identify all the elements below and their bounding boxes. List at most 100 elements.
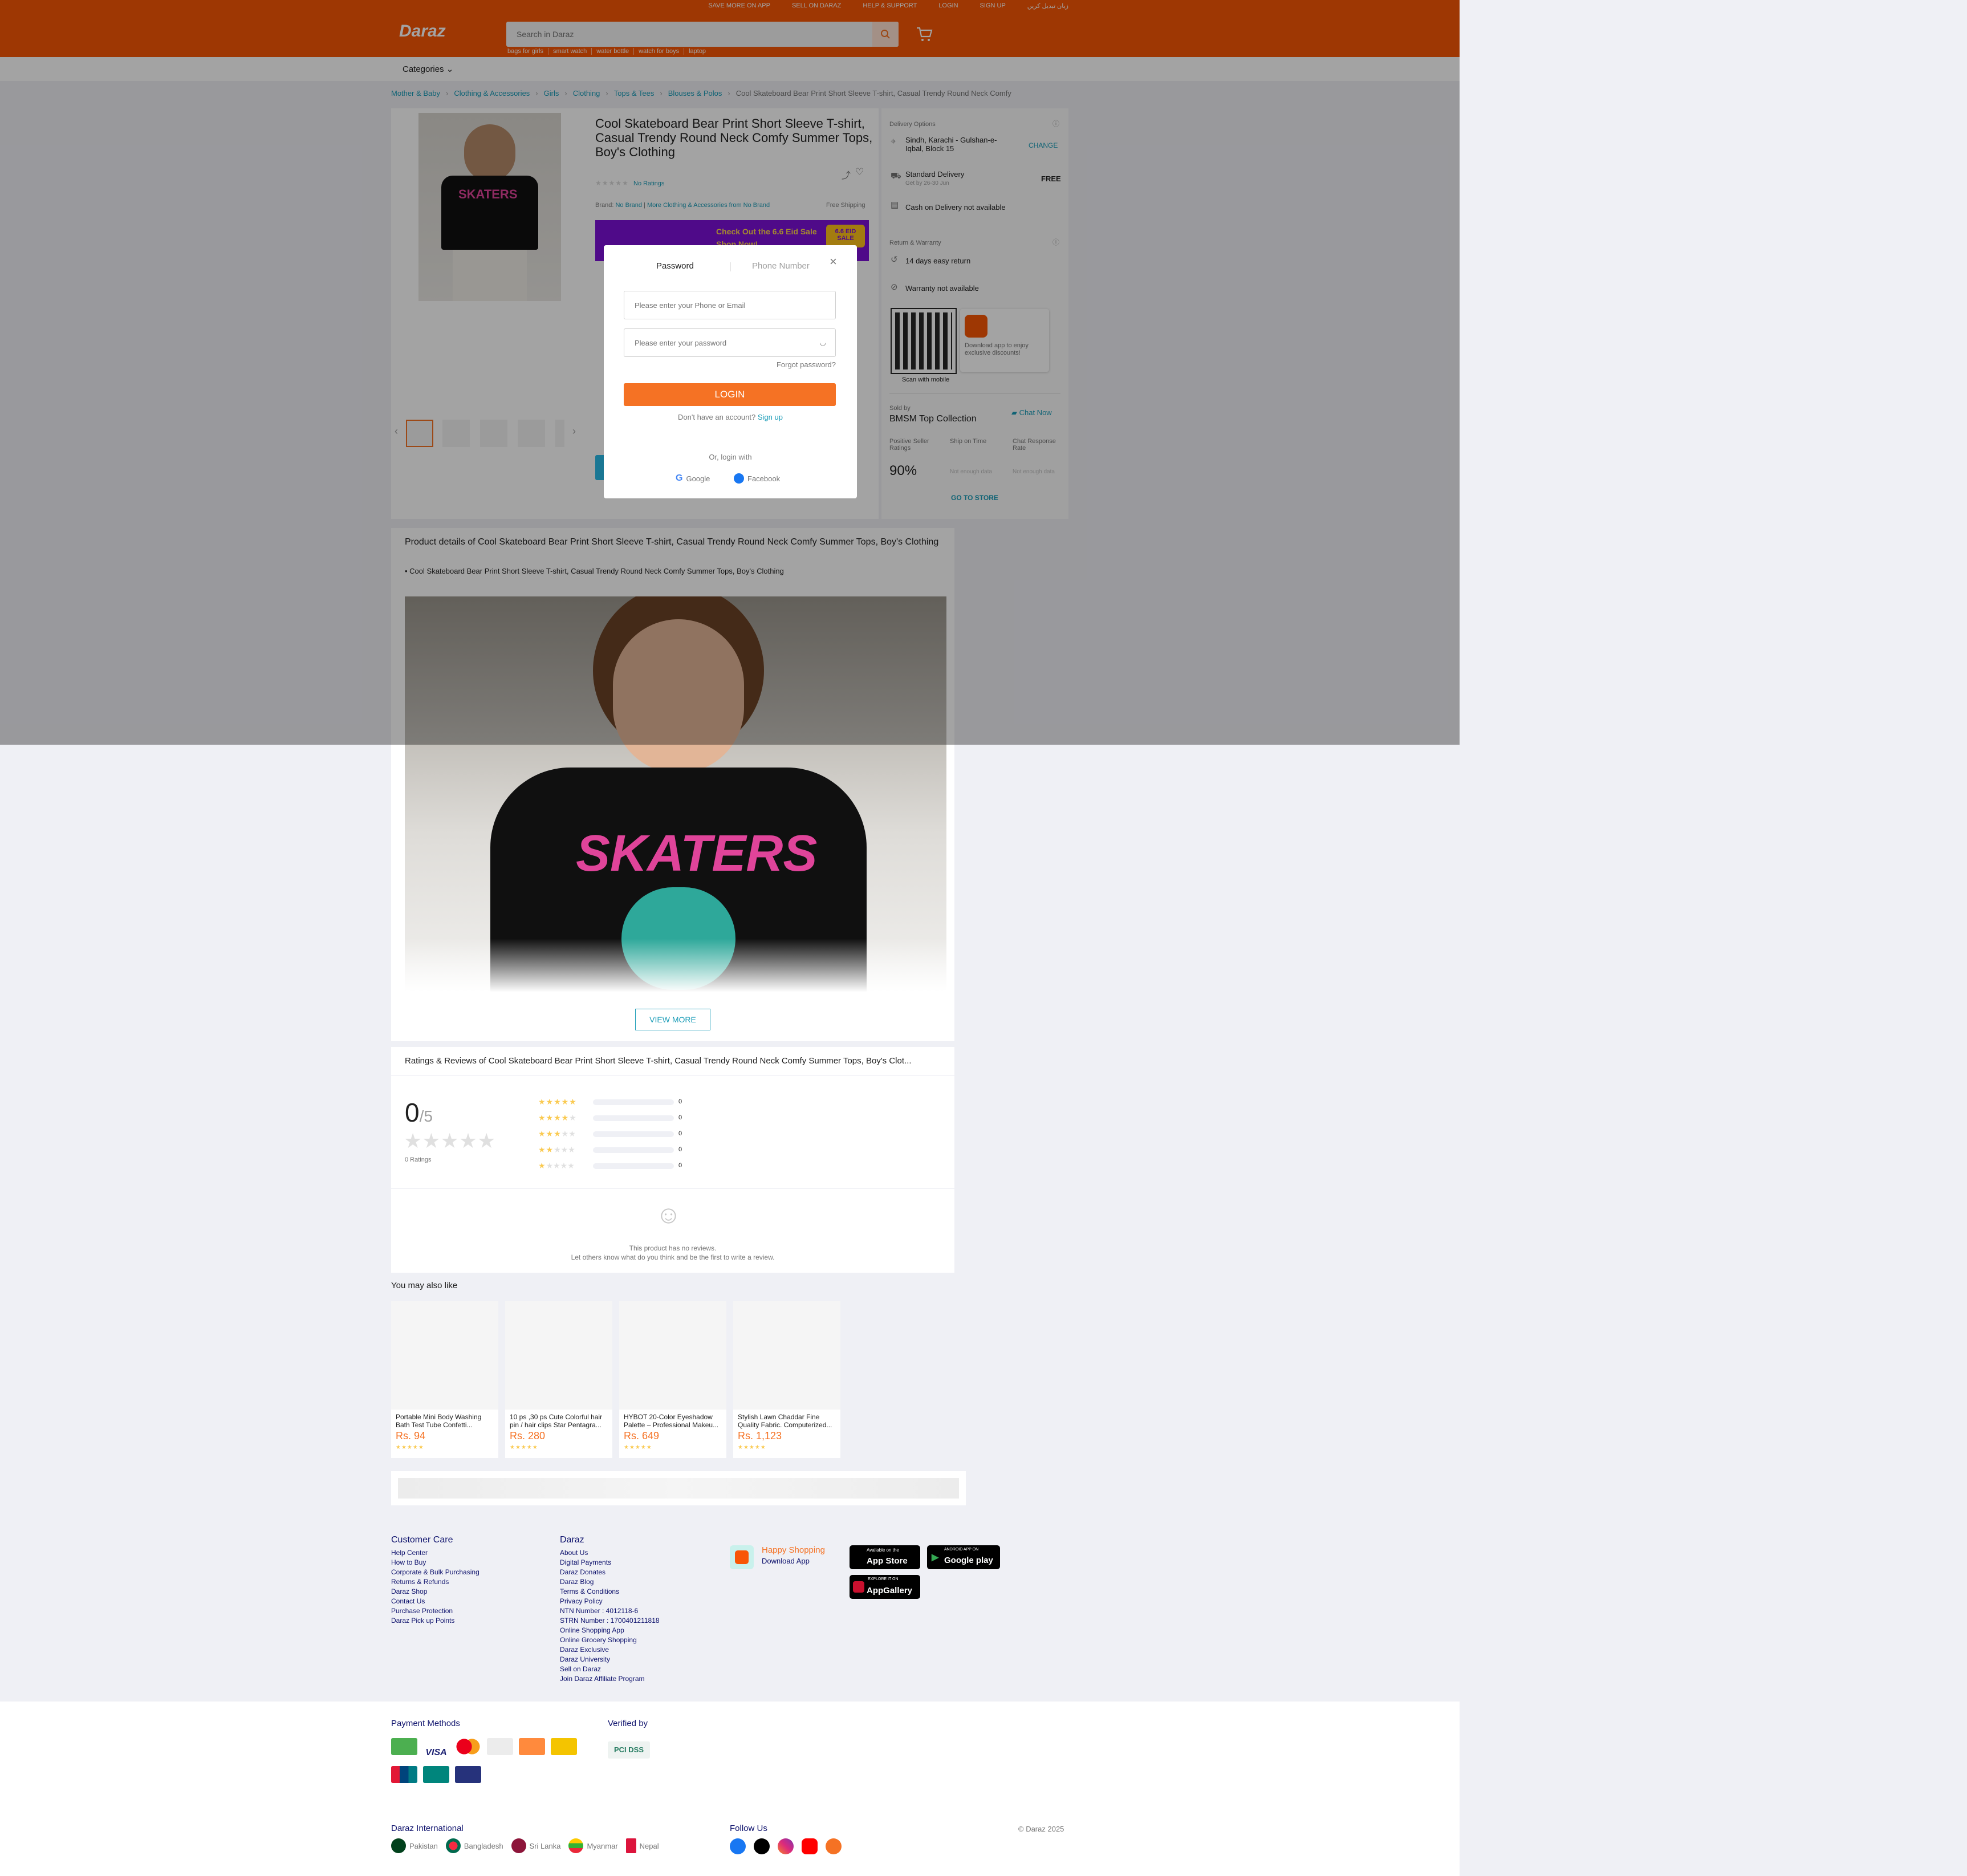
footer-link[interactable]: Sell on Daraz	[560, 1664, 660, 1674]
rating-bar	[593, 1131, 674, 1137]
footer-link[interactable]: Contact Us	[391, 1597, 479, 1606]
footer-link[interactable]: Daraz University	[560, 1655, 660, 1664]
product-card-image	[733, 1301, 840, 1410]
also-like-title: You may also like	[391, 1281, 458, 1290]
view-more-button[interactable]: VIEW MORE	[635, 1009, 710, 1030]
pci-dss-icon: PCI DSS	[608, 1741, 650, 1759]
no-reviews-text: This product has no reviews.	[629, 1244, 717, 1252]
happy-shopping: Happy Shopping	[762, 1545, 825, 1555]
product-card-price: Rs. 94	[396, 1430, 426, 1441]
average-score: 0/5	[405, 1098, 433, 1127]
product-card[interactable]: 10 ps ,30 ps Cute Colorful hair pin / ha…	[505, 1301, 612, 1458]
app-store-badge[interactable]: Available on the App Store	[850, 1545, 920, 1569]
footer-link[interactable]: Online Grocery Shopping	[560, 1635, 660, 1645]
footer-link[interactable]: Help Center	[391, 1548, 479, 1558]
rating-bar	[593, 1163, 674, 1169]
youtube-icon[interactable]	[802, 1838, 818, 1854]
google-login-button[interactable]: G Google	[676, 473, 710, 484]
daraz-column: Daraz About Us Digital Payments Daraz Do…	[560, 1535, 660, 1684]
country-myanmar[interactable]: Myanmar	[568, 1838, 618, 1853]
footer-link[interactable]: Purchase Protection	[391, 1606, 479, 1616]
no-reviews-subtext: Let others know what do you think and be…	[571, 1253, 775, 1261]
footer: Customer Care Help Center How to Buy Cor…	[0, 1520, 1460, 1702]
nepal-flag-icon	[625, 1838, 636, 1853]
close-icon[interactable]: ×	[830, 254, 837, 269]
facebook-icon[interactable]	[730, 1838, 746, 1854]
footer-link[interactable]: Returns & Refunds	[391, 1577, 479, 1587]
tshirt-print: SKATERS	[576, 825, 818, 882]
footer-link[interactable]: Join Daraz Affiliate Program	[560, 1674, 660, 1684]
easypaisa-icon	[487, 1738, 513, 1755]
rating-count: 0	[678, 1162, 682, 1169]
product-card-image	[619, 1301, 726, 1410]
international-title: Daraz International	[391, 1824, 464, 1833]
payment-methods-title: Payment Methods	[391, 1719, 460, 1728]
product-card-price: Rs. 1,123	[738, 1430, 782, 1441]
footer-link[interactable]: STRN Number : 1700401211818	[560, 1616, 660, 1626]
app-icon-inner	[735, 1550, 749, 1564]
app-gallery-badge[interactable]: EXPLORE IT ON AppGallery	[850, 1575, 920, 1599]
myanmar-flag-icon	[568, 1838, 584, 1853]
tab-phone-number[interactable]: Phone Number	[752, 261, 810, 271]
rating-row-3: ★★★★★	[538, 1129, 576, 1138]
google-play-badge[interactable]: ▶ ANDROID APP ON Google play	[927, 1545, 1000, 1569]
footer-link[interactable]: Daraz Pick up Points	[391, 1616, 479, 1626]
rating-row-5: ★★★★★	[538, 1097, 577, 1106]
footer-link[interactable]: Online Shopping App	[560, 1626, 660, 1635]
product-card-price: Rs. 649	[624, 1430, 660, 1441]
facebook-login-button[interactable]: Facebook	[734, 473, 780, 484]
bangladesh-flag-icon	[445, 1838, 461, 1853]
country-nepal[interactable]: Nepal	[625, 1838, 659, 1853]
globe-icon[interactable]	[826, 1838, 842, 1854]
jazzcash-icon	[551, 1738, 577, 1755]
tab-password[interactable]: Password	[656, 261, 694, 271]
payment-icons: VISA	[391, 1738, 585, 1786]
product-card[interactable]: Stylish Lawn Chaddar Fine Quality Fabric…	[733, 1301, 840, 1458]
footer-link[interactable]: How to Buy	[391, 1558, 479, 1568]
bank-transfer-icon	[519, 1738, 545, 1755]
visa-icon: VISA	[423, 1744, 449, 1761]
divider	[391, 1188, 954, 1189]
average-stars: ★★★★★	[404, 1129, 496, 1152]
product-card-stars: ★★★★★	[624, 1444, 652, 1451]
forgot-password-link[interactable]: Forgot password?	[777, 360, 836, 369]
reviews-title: Ratings & Reviews of Cool Skateboard Bea…	[405, 1056, 912, 1066]
play-icon: ▶	[932, 1553, 939, 1562]
footer-link[interactable]: Corporate & Bulk Purchasing	[391, 1568, 479, 1577]
x-icon[interactable]	[754, 1838, 770, 1854]
eye-closed-icon[interactable]: ◡	[820, 338, 826, 347]
customer-care-title: Customer Care	[391, 1535, 453, 1545]
signup-link[interactable]: Sign up	[758, 413, 783, 421]
product-card[interactable]: Portable Mini Body Washing Bath Test Tub…	[391, 1301, 498, 1458]
product-card-title: Stylish Lawn Chaddar Fine Quality Fabric…	[738, 1413, 832, 1429]
country-bangladesh[interactable]: Bangladesh	[445, 1838, 503, 1853]
product-card[interactable]: HYBOT 20-Color Eyeshadow Palette – Profe…	[619, 1301, 726, 1458]
footer-link[interactable]: Daraz Donates	[560, 1568, 660, 1577]
unionpay-icon	[391, 1766, 417, 1783]
instagram-icon[interactable]	[778, 1838, 794, 1854]
country-sri-lanka[interactable]: Sri Lanka	[511, 1838, 560, 1853]
pakistan-flag-icon	[391, 1838, 406, 1853]
download-app: Download App	[762, 1557, 810, 1565]
page: SAVE MORE ON APP SELL ON DARAZ HELP & SU…	[0, 0, 1460, 1876]
footer-link[interactable]: Terms & Conditions	[560, 1587, 660, 1597]
follow-us-title: Follow Us	[730, 1824, 767, 1833]
phone-email-field[interactable]	[624, 291, 836, 319]
footer-link[interactable]: Daraz Exclusive	[560, 1645, 660, 1655]
password-field[interactable]: Please enter your password ◡	[624, 328, 836, 357]
footer-link[interactable]: Daraz Blog	[560, 1577, 660, 1587]
image-fade	[405, 939, 946, 992]
installments-icon	[455, 1766, 481, 1783]
loading-placeholder	[391, 1471, 966, 1505]
country-list: Pakistan Bangladesh Sri Lanka Myanmar Nepal	[391, 1838, 667, 1856]
or-login-with: Or, login with	[709, 453, 752, 461]
footer-bottom: Payment Methods VISA Verified by PCI DSS…	[0, 1702, 1460, 1876]
footer-link[interactable]: NTN Number : 4012118-6	[560, 1606, 660, 1616]
country-pakistan[interactable]: Pakistan	[391, 1838, 438, 1853]
footer-link[interactable]: Privacy Policy	[560, 1597, 660, 1606]
footer-link[interactable]: Digital Payments	[560, 1558, 660, 1568]
footer-link[interactable]: Daraz Shop	[391, 1587, 479, 1597]
login-button[interactable]: LOGIN	[624, 383, 836, 406]
footer-link[interactable]: About Us	[560, 1548, 660, 1558]
daraz-app-icon	[730, 1545, 754, 1569]
